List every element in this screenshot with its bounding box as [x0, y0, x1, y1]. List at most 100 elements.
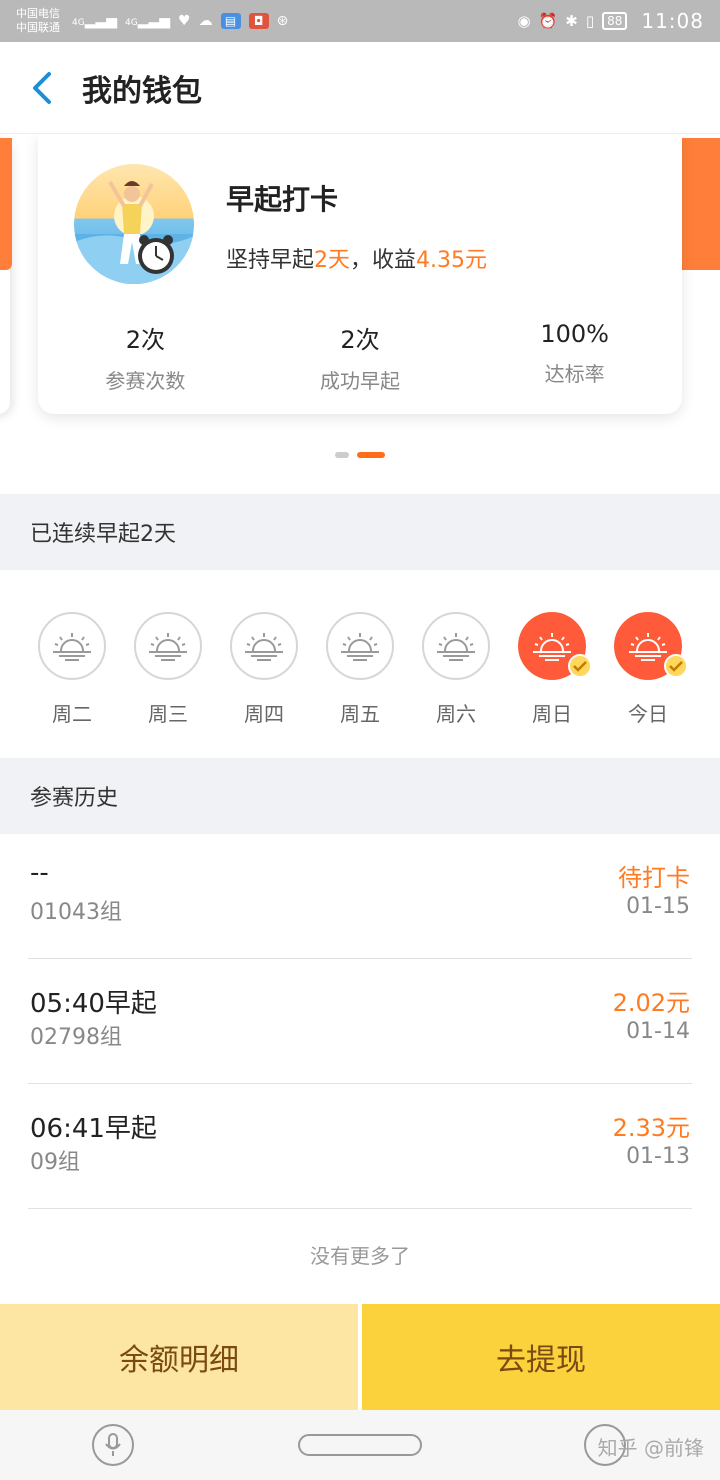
sunrise-icon [422, 612, 490, 680]
chevron-left-icon [33, 71, 51, 104]
history-group: 09组 [30, 1150, 80, 1175]
bluetooth-icon: ✱ [565, 12, 578, 30]
page-dot-active[interactable] [357, 452, 385, 458]
signal-icon: 4G▂▃▅ [72, 13, 118, 29]
card-carousel[interactable]: 早起打卡 坚持早起2天，收益4.35元 2次 参赛次数 2次 成功早起 100%… [0, 134, 720, 494]
history-status: 2.33元 [612, 1114, 690, 1142]
streak-day-label: 周三 [148, 702, 188, 726]
status-bar: 中国电信 中国联通 4G▂▃▅ 4G▂▃▅ ♥ ☁ ▤ ◘ ⊛ ◉ ⏰ ✱ ▯ … [0, 0, 720, 42]
stat-label: 参赛次数 [105, 369, 186, 393]
history-group: 01043组 [30, 900, 122, 925]
heart-icon: ♥ [178, 13, 191, 29]
header: 我的钱包 [0, 42, 720, 134]
history-list: -- 01043组 待打卡 01-15 05:40早起 02798组 2.02元… [0, 834, 720, 1209]
check-icon [568, 654, 592, 678]
history-row[interactable]: 06:41早起 09组 2.33元 01-13 [28, 1084, 692, 1209]
app-icon-3: ⊛ [276, 13, 289, 29]
sunrise-done-icon [614, 612, 688, 680]
wake-up-illustration [74, 180, 194, 284]
stat-successes: 2次 成功早起 [253, 320, 468, 394]
streak-day: 周四 [230, 612, 298, 727]
stat-success-rate: 100% 达标率 [467, 320, 682, 394]
challenge-summary: 坚持早起2天，收益4.35元 [226, 242, 487, 274]
eye-icon: ◉ [517, 12, 531, 30]
sunrise-icon [326, 612, 394, 680]
streak-day-label: 周四 [244, 702, 284, 726]
vibrate-icon: ▯ [585, 12, 595, 30]
summary-days: 2天 [314, 248, 351, 273]
next-card-peek[interactable] [676, 138, 720, 270]
history-status: 2.02元 [612, 989, 690, 1017]
signal-label-2: 4G [125, 18, 138, 28]
streak-day: 周三 [134, 612, 202, 727]
page-title: 我的钱包 [82, 73, 202, 109]
summary-mid: ，收益 [350, 248, 417, 273]
signal-icon-2: 4G▂▃▅ [125, 13, 171, 29]
streak-days: 周二 周三 周四 周五 周六 周日 今日 [0, 570, 720, 758]
microphone-icon [105, 1433, 121, 1456]
balance-details-button[interactable]: 余额明细 [0, 1304, 358, 1410]
stat-label: 达标率 [544, 362, 605, 386]
history-row[interactable]: -- 01043组 待打卡 01-15 [28, 834, 692, 959]
streak-header: 已连续早起2天 [0, 494, 720, 570]
voice-button[interactable] [92, 1424, 134, 1466]
system-nav-bar: 知乎 @前锋 [0, 1410, 720, 1480]
watermark: 知乎 @前锋 [597, 1436, 704, 1460]
battery-icon: 88 [602, 12, 628, 30]
no-more-label: 没有更多了 [310, 1244, 410, 1268]
history-status: 待打卡 [618, 864, 690, 892]
streak-day: 周六 [422, 612, 490, 727]
challenge-illustration [74, 164, 194, 284]
stat-value: 2次 [340, 326, 380, 354]
streak-day-label: 周二 [52, 702, 92, 726]
summary-prefix: 坚持早起 [226, 248, 315, 273]
history-date: 01-13 [626, 1144, 690, 1169]
carrier-2: 中国联通 [16, 21, 60, 34]
summary-earnings: 4.35元 [416, 248, 488, 273]
status-icons-right: ◉ ⏰ ✱ ▯ 88 11:08 [517, 9, 704, 33]
status-icons-left: 4G▂▃▅ 4G▂▃▅ ♥ ☁ ▤ ◘ ⊛ [72, 13, 288, 29]
history-title: 05:40早起 [30, 989, 157, 1019]
stat-participations: 2次 参赛次数 [38, 320, 253, 394]
history-date: 01-14 [626, 1019, 690, 1044]
sunrise-icon [38, 612, 106, 680]
streak-day-label: 周日 [532, 702, 572, 726]
back-button[interactable] [10, 42, 74, 134]
signal-label-1: 4G [72, 18, 85, 28]
weather-icon: ☁ [198, 13, 213, 29]
streak-day-label: 周五 [340, 702, 380, 726]
carousel-indicator [0, 452, 720, 458]
withdraw-button[interactable]: 去提现 [362, 1304, 720, 1410]
home-gesture-bar[interactable] [298, 1434, 422, 1456]
sunrise-done-icon [518, 612, 592, 680]
history-header: 参赛历史 [0, 758, 720, 834]
history-title: 06:41早起 [30, 1114, 157, 1144]
alarm-icon: ⏰ [538, 12, 558, 30]
history-title: -- [30, 858, 49, 888]
challenge-name: 早起打卡 [226, 183, 339, 216]
app-icon-1: ▤ [220, 13, 241, 29]
streak-day: 今日 [614, 612, 688, 727]
clock: 11:08 [641, 9, 704, 33]
stat-value: 2次 [125, 326, 165, 354]
streak-day: 周日 [518, 612, 592, 727]
streak-day: 周二 [38, 612, 106, 727]
prev-card-banner [0, 138, 12, 270]
stat-value: 100% [540, 320, 609, 348]
history-date: 01-15 [626, 894, 690, 919]
carrier-1: 中国电信 [16, 7, 60, 20]
streak-day-label: 周六 [436, 702, 476, 726]
app-icon-2: ◘ [248, 13, 269, 29]
check-icon [664, 654, 688, 678]
history-row[interactable]: 05:40早起 02798组 2.02元 01-14 [28, 959, 692, 1084]
page-dot[interactable] [335, 452, 349, 458]
challenge-card[interactable]: 早起打卡 坚持早起2天，收益4.35元 2次 参赛次数 2次 成功早起 100%… [38, 134, 682, 414]
carrier-info: 中国电信 中国联通 [16, 7, 60, 35]
stat-label: 成功早起 [320, 369, 400, 393]
history-group: 02798组 [30, 1025, 122, 1050]
streak-day-label: 今日 [628, 702, 668, 726]
streak-day: 周五 [326, 612, 394, 727]
challenge-stats: 2次 参赛次数 2次 成功早起 100% 达标率 [38, 320, 682, 394]
sunrise-icon [230, 612, 298, 680]
sunrise-icon [134, 612, 202, 680]
